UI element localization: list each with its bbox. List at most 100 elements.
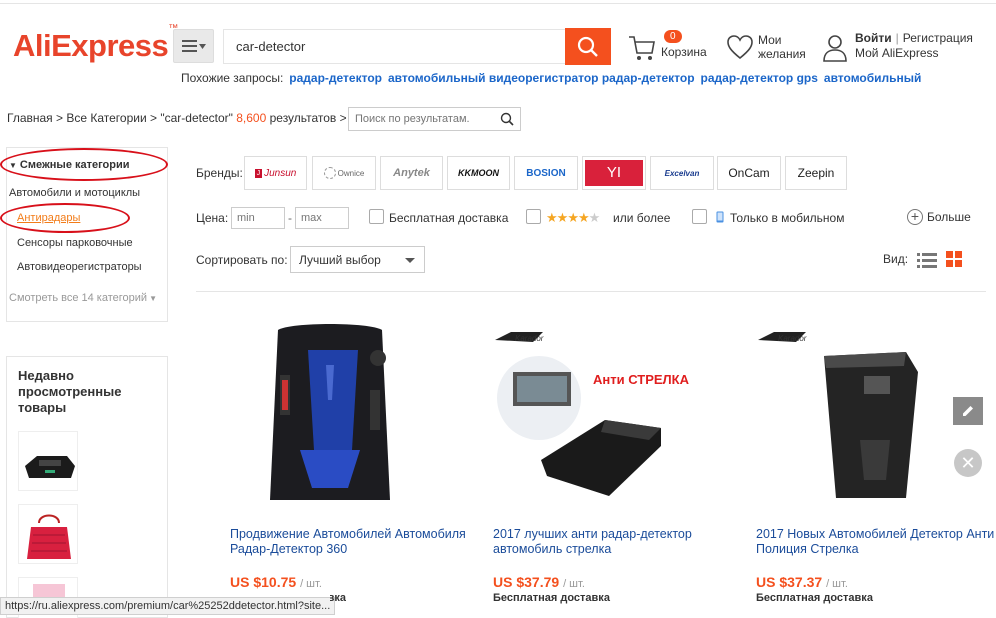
search-icon — [577, 36, 598, 57]
shipping-info: Бесплатная доставка — [330, 592, 346, 604]
brand-filter-oncam[interactable]: OnCam — [717, 156, 781, 190]
related-searches: Похожие запросы: радар-детектор автомобиль… — [181, 71, 921, 85]
divider — [196, 291, 986, 292]
sort-select[interactable]: Лучший выбор — [290, 246, 425, 273]
recent-thumbnail[interactable] — [18, 431, 78, 491]
search-input[interactable] — [223, 29, 566, 64]
aliexpress-logo[interactable]: AliExpress™ — [13, 23, 178, 64]
see-all-label: Смотреть все 14 категорий — [9, 292, 148, 304]
brand-logo-text: Karador — [778, 334, 807, 343]
brand-filter-ownice[interactable]: Ownice — [312, 156, 376, 190]
brand-name: Excelvan — [664, 168, 700, 178]
rating-or-more-label: или более — [613, 211, 671, 225]
category-item[interactable]: Сенсоры парковочные — [17, 237, 133, 249]
brand-name: KKMOON — [458, 168, 499, 178]
cart-label: Корзина — [661, 45, 707, 59]
separator: | — [895, 31, 899, 45]
related-link[interactable]: радар-детектор gps — [701, 71, 818, 85]
list-view-icon[interactable] — [917, 252, 937, 268]
product-price: US $37.37 / шт. — [756, 574, 848, 590]
brand-filter-yi[interactable]: YI — [582, 156, 646, 190]
brand-filter-excelvan[interactable]: Excelvan — [650, 156, 714, 190]
price-label: Цена: — [196, 211, 229, 225]
sort-selected-value: Лучший выбор — [299, 253, 381, 267]
brand-name: YI — [585, 160, 643, 186]
brand-filter-junsun[interactable]: J Junsun — [244, 156, 307, 190]
brand-filter-bosion[interactable]: BOSION — [514, 156, 578, 190]
brand-name: Anytek — [393, 167, 430, 179]
search-icon[interactable] — [500, 112, 514, 126]
see-all-categories-link[interactable]: Смотреть все 14 категорий ▼ — [9, 292, 157, 304]
cart-icon — [629, 36, 655, 60]
category-menu-button[interactable] — [173, 29, 214, 63]
related-label: Похожие запросы: — [181, 71, 284, 85]
search-within-input[interactable] — [348, 107, 521, 131]
brand-name: OnCam — [728, 166, 770, 180]
signin-link[interactable]: Войти — [855, 31, 892, 45]
shipping-info: Бесплатная доставка — [756, 592, 873, 604]
chevron-down-icon — [198, 43, 206, 49]
highlight-oval — [0, 203, 130, 233]
price-max-input[interactable] — [295, 207, 349, 229]
anti-strelka-badge: Анти СТРЕЛКА — [593, 372, 690, 387]
recent-thumbnail[interactable] — [18, 504, 78, 564]
category-item[interactable]: Автовидеорегистраторы — [17, 261, 142, 273]
product-title[interactable]: Продвижение Автомобилей Автомобиля Радар… — [230, 527, 470, 557]
star-empty-icon: ★ — [588, 210, 601, 225]
sort-label: Сортировать по: — [196, 253, 288, 267]
handbag-image — [27, 514, 71, 559]
more-filters-link[interactable]: Больше — [927, 210, 971, 224]
brand-filter-anytek[interactable]: Anytek — [380, 156, 443, 190]
top-divider — [0, 0, 996, 4]
price-min-input[interactable] — [231, 207, 285, 229]
category-item[interactable]: Автомобили и мотоциклы — [9, 187, 140, 199]
product-title[interactable]: 2017 Новых Автомобилей Детектор Анти Пол… — [756, 527, 996, 557]
brand-filter-kkmoon[interactable]: KKMOON — [447, 156, 510, 190]
wishlist-link[interactable]: Мои желания — [726, 32, 816, 64]
junsun-logo-icon: J — [254, 168, 263, 178]
grid-view-icon[interactable] — [946, 251, 963, 268]
price-unit: / шт. — [563, 578, 585, 590]
chevron-down-icon — [405, 258, 415, 263]
brand-name: BOSION — [526, 167, 566, 179]
free-shipping-checkbox[interactable] — [369, 209, 384, 224]
chevron-down-icon: ▼ — [149, 294, 157, 303]
price-value: US $37.37 — [756, 574, 823, 590]
related-link[interactable]: автомобильный р — [824, 71, 921, 85]
cart-link[interactable]: 0 Корзина — [627, 30, 717, 64]
product-image[interactable]: Karador Анти СТРЕЛКА — [493, 320, 693, 510]
my-aliexpress-link[interactable]: Мой AliExpress — [855, 46, 939, 60]
related-link[interactable]: радар-детектор — [289, 71, 382, 85]
product-image[interactable] — [230, 320, 430, 510]
product-price: US $10.75 / шт. — [230, 574, 322, 590]
brand-filter-zeepin[interactable]: Zeepin — [785, 156, 847, 190]
register-link[interactable]: Регистрация — [903, 31, 973, 45]
brands-label: Бренды: — [196, 166, 243, 180]
breadcrumb: Главная > Все Категории > "car-detector"… — [7, 111, 347, 125]
mobile-phone-icon — [716, 211, 724, 223]
star-icon: ★ — [567, 210, 579, 225]
edit-tool-button[interactable] — [953, 397, 983, 425]
mobile-only-label: Только в мобильном — [730, 211, 845, 225]
result-suffix: результатов > — [269, 111, 347, 125]
product-image[interactable]: Karador — [756, 320, 956, 510]
mobile-only-checkbox[interactable] — [692, 209, 707, 224]
plus-circle-icon[interactable]: + — [907, 209, 923, 225]
price-unit: / шт. — [300, 578, 322, 590]
product-title[interactable]: 2017 лучших анти радар-детектор автомоби… — [493, 527, 733, 557]
user-icon — [823, 35, 847, 62]
rating-stars: ★★★★★ — [546, 210, 601, 226]
radar-detector-image — [270, 324, 390, 500]
rating-checkbox[interactable] — [526, 209, 541, 224]
shipping-info: Бесплатная доставка — [493, 592, 610, 604]
price-unit: / шт. — [826, 578, 848, 590]
radar-detector-image: Karador Анти СТРЕЛКА — [495, 332, 690, 496]
recently-viewed-title: Недавно просмотренные товары — [18, 368, 122, 415]
search-button[interactable] — [565, 28, 611, 65]
brand-name: Ownice — [337, 168, 365, 178]
breadcrumb-path[interactable]: Главная > Все Категории > "car-detector" — [7, 111, 233, 125]
close-icon[interactable]: ✕ — [954, 449, 982, 477]
result-count: 8,600 — [236, 111, 267, 125]
star-icon: ★ — [556, 210, 569, 225]
related-link[interactable]: автомобильный видеорегистратор радар-дет… — [388, 71, 695, 85]
